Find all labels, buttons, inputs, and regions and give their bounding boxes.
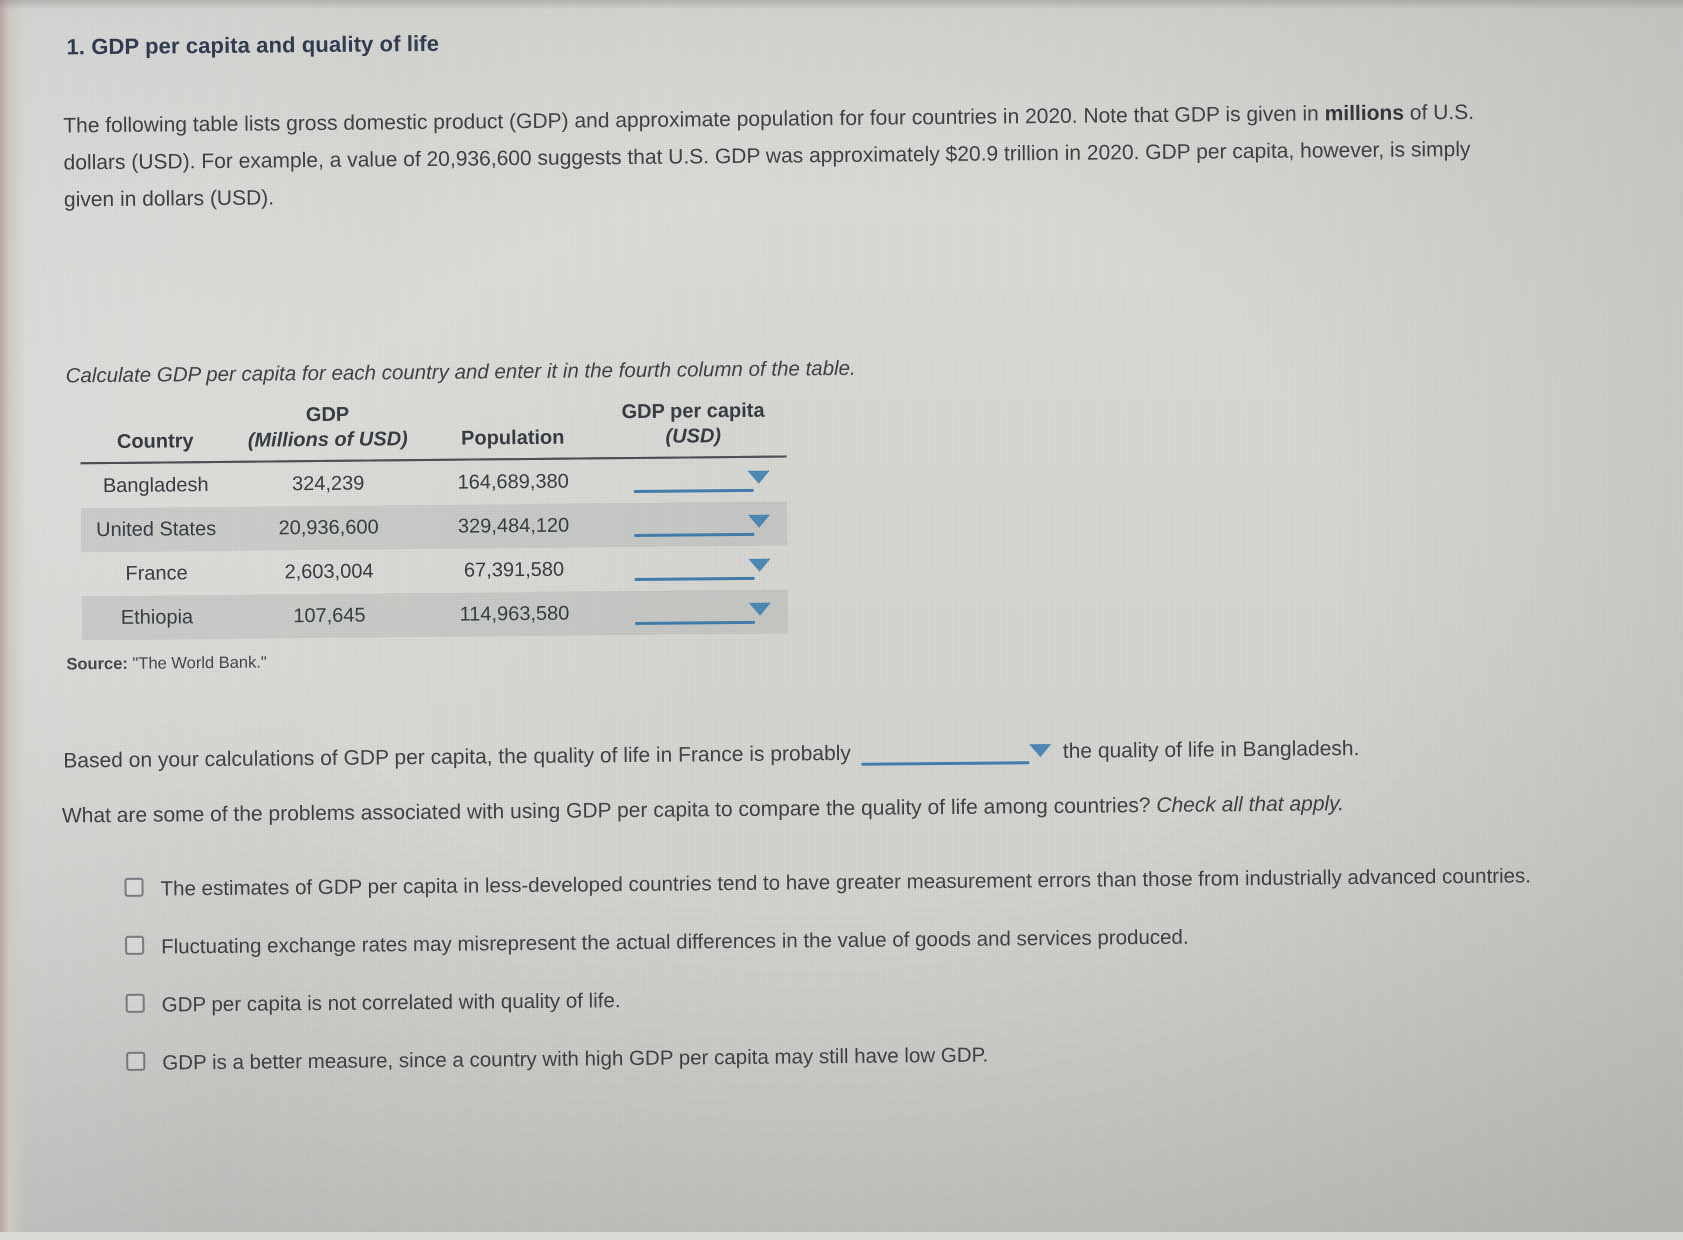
worksheet-page: 1. GDP per capita and quality of life Th… [0, 0, 1683, 1240]
followup-question-line: Based on your calculations of GDP per ca… [63, 737, 1359, 774]
table-head: Country GDP (Millions of USD) Population… [79, 396, 787, 464]
option-label: GDP is a better measure, since a country… [162, 1043, 989, 1075]
cell-gdp-per-capita [601, 589, 789, 636]
question-text: What are some of the problems associated… [61, 793, 1157, 828]
quality-of-life-dropdown[interactable] [860, 741, 1051, 767]
cell-gdp-per-capita [600, 457, 786, 504]
page-title: 1. GDP per capita and quality of life [66, 30, 440, 60]
column-header-population: Population [424, 398, 601, 460]
option-row[interactable]: GDP is a better measure, since a country… [126, 1033, 1556, 1081]
dropdown-underline [634, 576, 755, 581]
checkbox-icon[interactable] [125, 935, 145, 955]
cell-country: Ethiopia [81, 594, 233, 641]
gdp-per-capita-dropdown[interactable] [634, 556, 771, 581]
cell-country: Bangladesh [102, 473, 209, 497]
column-header-country: Country [79, 401, 231, 464]
gdp-table: Country GDP (Millions of USD) Population… [79, 396, 789, 641]
column-header-percapita-line2: (USD) [665, 425, 722, 448]
intro-text-part1: The following table lists gross domestic… [63, 102, 1325, 138]
table-body: Bangladesh 324,239 164,689,380 United St… [80, 457, 789, 641]
table-row: United States 20,936,600 329,484,120 [80, 501, 788, 553]
option-label: Fluctuating exchange rates may misrepres… [161, 925, 1189, 959]
checkbox-question-prompt: What are some of the problems associated… [62, 790, 1562, 828]
column-header-gdp-per-capita: GDP per capita (USD) [599, 396, 787, 459]
chevron-down-icon[interactable] [1028, 744, 1051, 758]
intro-text-bold: millions [1324, 101, 1405, 126]
column-header-gdp: GDP (Millions of USD) [229, 399, 426, 462]
cell-population: 329,484,120 [425, 503, 602, 549]
cell-gdp: 107,645 [231, 592, 428, 639]
chevron-down-icon[interactable] [748, 514, 771, 528]
answer-options-list: The estimates of GDP per capita in less-… [124, 859, 1556, 1105]
intro-paragraph: The following table lists gross domestic… [63, 93, 1524, 218]
option-label: The estimates of GDP per capita in less-… [160, 864, 1532, 901]
checkbox-icon[interactable] [126, 1051, 146, 1071]
cell-population: 164,689,380 [457, 470, 569, 494]
cell-gdp: 324,239 [291, 472, 365, 495]
option-label: GDP per capita is not correlated with qu… [161, 989, 621, 1017]
cell-country: United States [80, 506, 232, 553]
gdp-per-capita-dropdown[interactable] [634, 512, 771, 537]
gdp-per-capita-dropdown[interactable] [635, 600, 771, 625]
chevron-down-icon[interactable] [748, 602, 771, 616]
cell-population: 114,963,580 [426, 591, 603, 637]
column-header-percapita-line1: GDP per capita [621, 399, 765, 424]
option-row[interactable]: GDP per capita is not correlated with qu… [125, 975, 1556, 1023]
column-header-gdp-line1: GDP [305, 403, 350, 427]
chevron-down-icon[interactable] [747, 470, 770, 484]
cell-country: France [125, 561, 188, 585]
table-row: Ethiopia 107,645 114,963,580 [81, 589, 789, 641]
followup-text-before: Based on your calculations of GDP per ca… [63, 741, 851, 773]
table-row: Bangladesh 324,239 164,689,380 [80, 457, 786, 509]
table-instruction: Calculate GDP per capita for each countr… [65, 356, 856, 388]
option-row[interactable]: Fluctuating exchange rates may misrepres… [125, 917, 1555, 965]
cell-gdp-per-capita [600, 501, 788, 548]
cell-population: 67,391,580 [463, 558, 565, 582]
gdp-table-container: Country GDP (Millions of USD) Population… [79, 396, 789, 641]
cell-gdp: 20,936,600 [230, 504, 427, 551]
dropdown-underline [633, 488, 754, 493]
checkbox-icon[interactable] [125, 993, 145, 1013]
table-row: France 2,603,004 67,391,580 [81, 546, 787, 597]
dropdown-underline [635, 620, 756, 625]
dropdown-underline [860, 761, 1029, 767]
gdp-per-capita-dropdown[interactable] [633, 468, 770, 493]
checkbox-icon[interactable] [124, 877, 144, 897]
table-header-row: Country GDP (Millions of USD) Population… [79, 396, 787, 464]
cell-gdp: 2,603,004 [284, 559, 374, 583]
followup-text-after: the quality of life in Bangladesh. [1062, 737, 1360, 763]
chevron-down-icon[interactable] [748, 558, 771, 572]
cell-gdp-per-capita [601, 546, 787, 592]
source-text: "The World Bank." [132, 653, 267, 673]
option-row[interactable]: The estimates of GDP per capita in less-… [124, 859, 1554, 907]
question-italic-note: Check all that apply. [1156, 792, 1344, 817]
dropdown-underline [634, 532, 755, 537]
source-label: Source: [66, 654, 128, 674]
source-note: Source: "The World Bank." [66, 654, 267, 675]
column-header-gdp-line2: (Millions of USD) [247, 428, 408, 452]
